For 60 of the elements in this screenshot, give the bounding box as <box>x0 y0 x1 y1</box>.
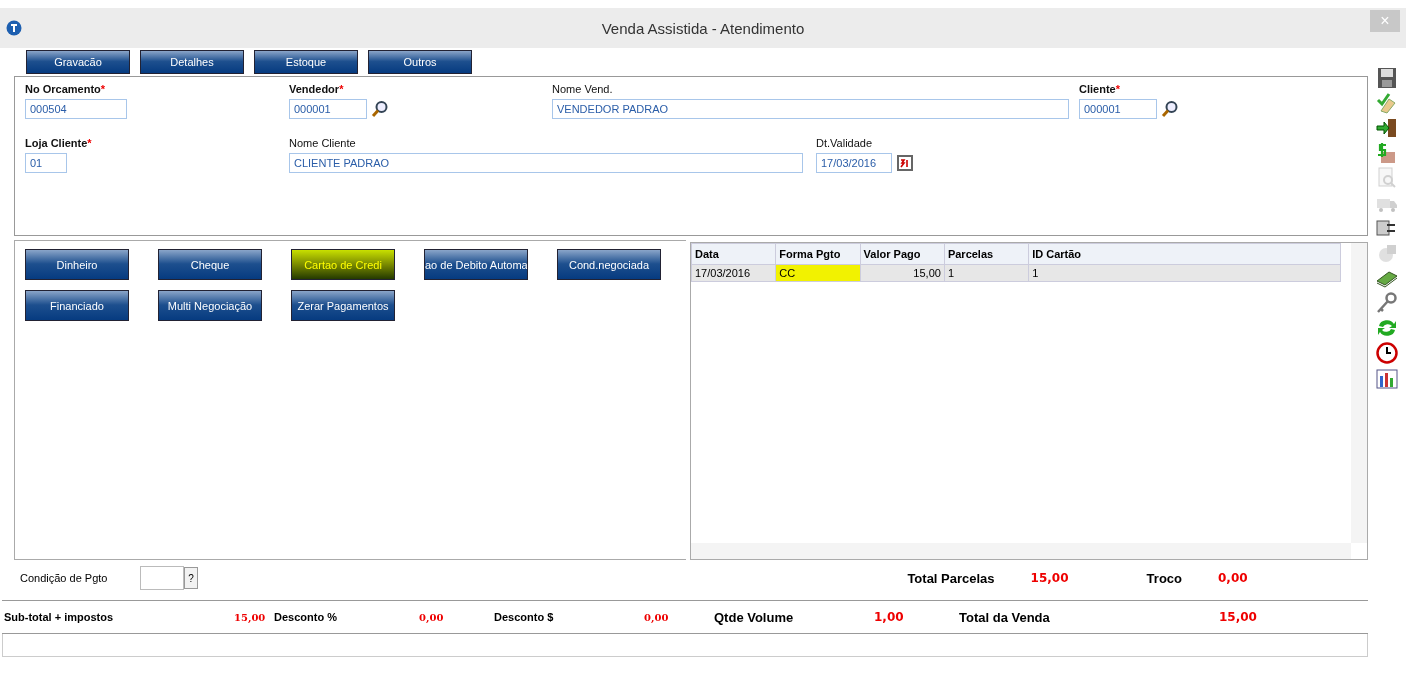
vertical-scrollbar[interactable] <box>1351 243 1367 543</box>
total-label: Qtde Volume <box>714 609 795 625</box>
save-icon[interactable] <box>1375 66 1399 90</box>
input-field[interactable]: 01 <box>25 153 67 173</box>
total-label: Desconto $ <box>494 611 555 623</box>
total-label: Total da Venda <box>959 609 1051 625</box>
input-field[interactable]: 000001 <box>289 99 367 119</box>
input-field[interactable]: 000504 <box>25 99 127 119</box>
help-button[interactable]: ? <box>184 567 198 589</box>
clock-icon[interactable] <box>1375 341 1399 365</box>
total-value: 0,00 <box>644 611 669 623</box>
input-field[interactable]: CLIENTE PADRAO <box>289 153 803 173</box>
field-label: Condição de Pgto <box>19 572 109 584</box>
field-label: Dt.Validade <box>816 137 874 151</box>
input-field[interactable]: VENDEDOR PADRAO <box>552 99 1069 119</box>
total-value: 15,00 <box>1219 610 1257 624</box>
tab[interactable]: Detalhes <box>140 50 244 74</box>
field-label: Vendedor* <box>289 83 345 97</box>
payment-button[interactable]: Multi Negociação <box>158 290 262 321</box>
tab[interactable]: Outros <box>368 50 472 74</box>
search-icon[interactable] <box>1161 100 1179 118</box>
total-value: 1,00 <box>874 610 904 624</box>
total-value: 0,00 <box>1218 571 1249 585</box>
input-field[interactable] <box>140 566 184 590</box>
payment-button[interactable]: Cartao de Credi <box>291 249 395 280</box>
payment-button[interactable]: Dinheiro <box>25 249 129 280</box>
total-value: 15,00 <box>1030 571 1070 585</box>
input-field[interactable]: 000001 <box>1079 99 1157 119</box>
search-icon[interactable] <box>371 100 389 118</box>
payment-button[interactable]: Cheque <box>158 249 262 280</box>
column-header: Parcelas <box>944 243 1029 265</box>
exit-icon[interactable] <box>1375 116 1399 140</box>
total-label: Desconto % <box>274 611 338 623</box>
window-title: Venda Assistida - Atendimento <box>601 19 805 37</box>
total-label: Total Parcelas <box>907 570 995 586</box>
column-header: ID Cartão <box>1028 243 1341 265</box>
column-header: Forma Pgto <box>775 243 861 265</box>
field-label: No Orcamento* <box>25 83 107 97</box>
key-icon[interactable] <box>1375 291 1399 315</box>
field-label: Cliente* <box>1079 83 1121 97</box>
field-label: Loja Cliente* <box>25 137 92 151</box>
total-label: Sub-total + impostos <box>4 611 115 623</box>
chart-icon[interactable] <box>1375 366 1399 390</box>
input-field[interactable]: 17/03/2016 <box>816 153 892 173</box>
horizontal-scrollbar[interactable] <box>691 543 1351 559</box>
payment-button[interactable]: Zerar Pagamentos <box>291 290 395 321</box>
field-label: Nome Cliente <box>289 137 357 151</box>
tab[interactable]: Estoque <box>254 50 358 74</box>
column-header: Valor Pago <box>860 243 945 265</box>
column-header: Data <box>691 243 776 265</box>
total-value: 0,00 <box>419 611 444 623</box>
total-label: Troco <box>1146 570 1182 586</box>
calendar-icon[interactable] <box>896 154 914 172</box>
total-value: 15,00 <box>234 611 266 623</box>
app-icon <box>6 20 22 36</box>
payment-button[interactable]: Cond.negociada <box>557 249 661 280</box>
field-label: Nome Vend. <box>552 83 614 97</box>
payment-button[interactable]: ao de Debito Automa <box>424 249 528 280</box>
tab[interactable]: Gravacão <box>26 50 130 74</box>
payment-button[interactable]: Financiado <box>25 290 129 321</box>
